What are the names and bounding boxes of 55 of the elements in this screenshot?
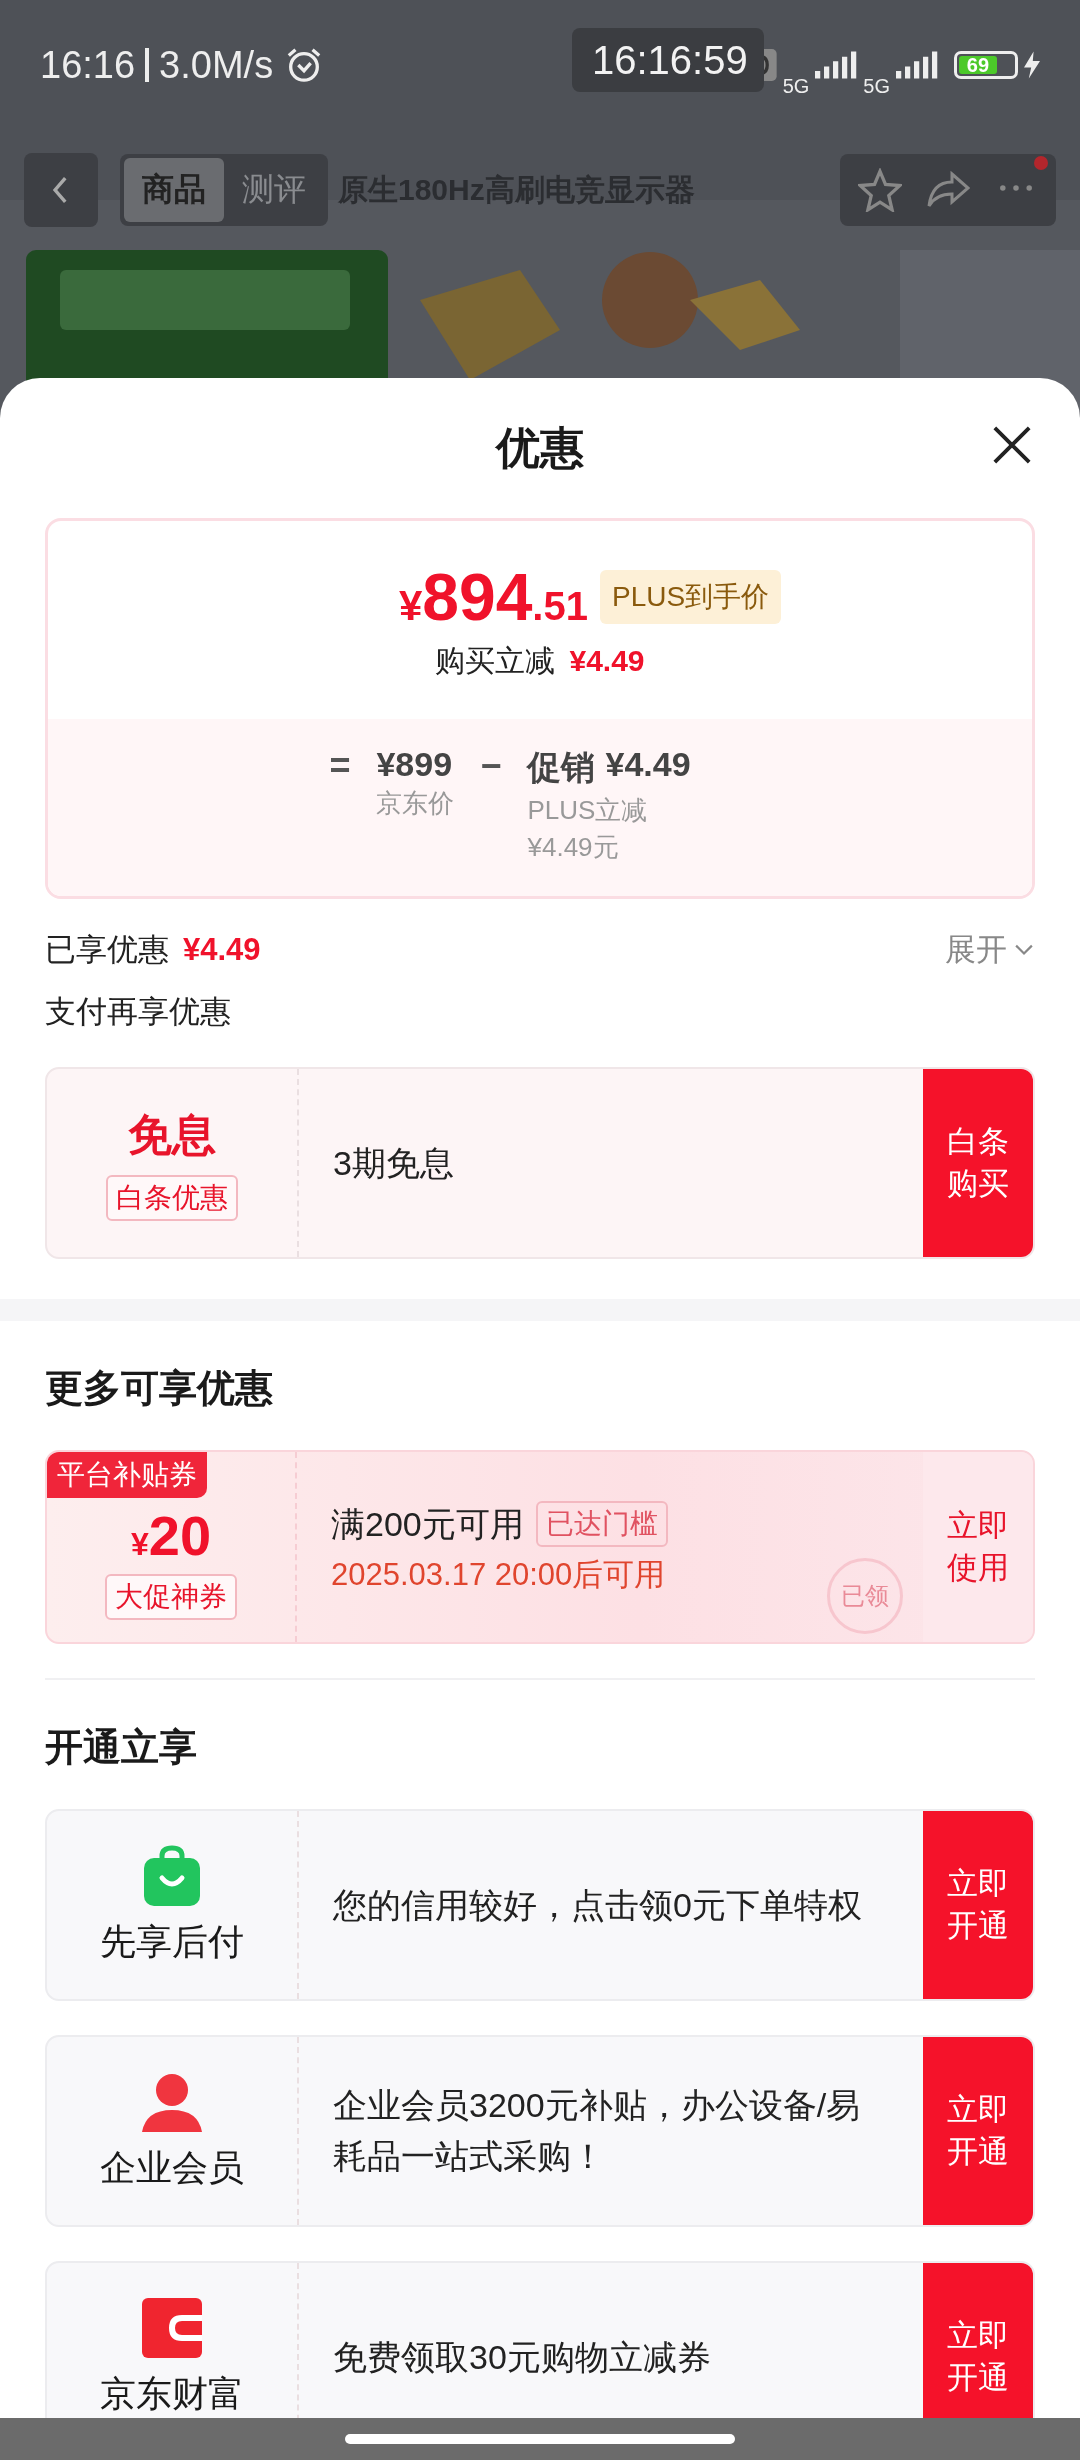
activate-button[interactable]: 立即开通 bbox=[923, 2037, 1033, 2225]
use-button[interactable]: 立即使用 bbox=[923, 1452, 1033, 1642]
jd-price: ¥899 bbox=[376, 745, 454, 784]
service-text: 免费领取30元购物立减券 bbox=[333, 2336, 712, 2378]
enjoyed-value: ¥4.49 bbox=[183, 932, 261, 968]
network-label: 5G bbox=[863, 74, 890, 98]
network-label: 5G bbox=[782, 74, 810, 98]
promo-detail: ¥4.49元 bbox=[527, 831, 620, 864]
service-text: 您的信用较好，点击领0元下单特权 bbox=[333, 1884, 863, 1926]
section-title: 开通立享 bbox=[45, 1725, 198, 1770]
tab[interactable]: 测评 bbox=[224, 158, 324, 222]
star-icon[interactable] bbox=[858, 168, 902, 212]
chevron-down-icon bbox=[1013, 943, 1035, 957]
coupon-amount: ¥20 bbox=[130, 1508, 212, 1564]
offer-text: 3期免息 bbox=[333, 1142, 455, 1184]
activate-button[interactable]: 立即开通 bbox=[923, 1811, 1033, 1999]
signal-icon bbox=[896, 51, 938, 79]
close-icon[interactable] bbox=[991, 424, 1033, 466]
service-name: 京东财富 bbox=[100, 2371, 244, 2416]
coupon-status: 已达门槛 bbox=[535, 1501, 668, 1547]
charging-icon bbox=[1024, 51, 1040, 79]
tab[interactable]: 商品 bbox=[124, 158, 224, 222]
offer-headline: 免息 bbox=[128, 1108, 216, 1161]
final-price: ¥894.51 bbox=[398, 558, 588, 635]
minus-sign: − bbox=[480, 745, 502, 787]
enjoyed-label: 已享优惠 bbox=[45, 931, 169, 969]
back-button[interactable] bbox=[24, 153, 98, 227]
action-button[interactable]: 白条购买 bbox=[923, 1069, 1033, 1257]
equals-sign: = bbox=[329, 745, 351, 787]
sheet-title: 优惠 bbox=[496, 421, 584, 474]
jd-price-label: 京东价 bbox=[376, 787, 455, 820]
clock-overlay: 16:16:59 bbox=[592, 37, 748, 83]
reduction-label: 购买立减 bbox=[435, 642, 556, 679]
signal-icon bbox=[815, 51, 858, 79]
status-time: 16:16 bbox=[40, 43, 136, 87]
service-text: 企业会员3200元补贴，办公设备/易耗品一站式采购！ bbox=[333, 2085, 862, 2177]
promo-value: ¥4.49 bbox=[605, 745, 691, 785]
activate-button[interactable]: 立即开通 bbox=[923, 2263, 1033, 2418]
claimed-stamp: 已领 bbox=[827, 1558, 903, 1634]
reduction-value: ¥4.49 bbox=[569, 644, 645, 678]
coupon-tag: 大促神券 bbox=[105, 1574, 237, 1620]
service-name: 企业会员 bbox=[100, 2145, 244, 2190]
section-title: 更多可享优惠 bbox=[45, 1366, 274, 1411]
price-tag: PLUS到手价 bbox=[599, 569, 782, 624]
battery-indicator: 69 bbox=[954, 51, 1018, 79]
service-name: 先享后付 bbox=[100, 1919, 244, 1964]
offer-tag: 白条优惠 bbox=[106, 1174, 238, 1221]
coupon-condition: 满200元可用 bbox=[331, 1503, 524, 1545]
section-title: 支付再享优惠 bbox=[45, 993, 232, 1031]
network-speed: 3.0M/s bbox=[159, 43, 274, 87]
wallet-icon bbox=[140, 2295, 204, 2360]
promo-label: 促销 bbox=[527, 747, 596, 788]
promo-detail: PLUS立减 bbox=[527, 794, 649, 827]
coupon-type-badge: 平台补贴券 bbox=[47, 1452, 207, 1498]
expand-button[interactable]: 展开 bbox=[945, 929, 1035, 971]
